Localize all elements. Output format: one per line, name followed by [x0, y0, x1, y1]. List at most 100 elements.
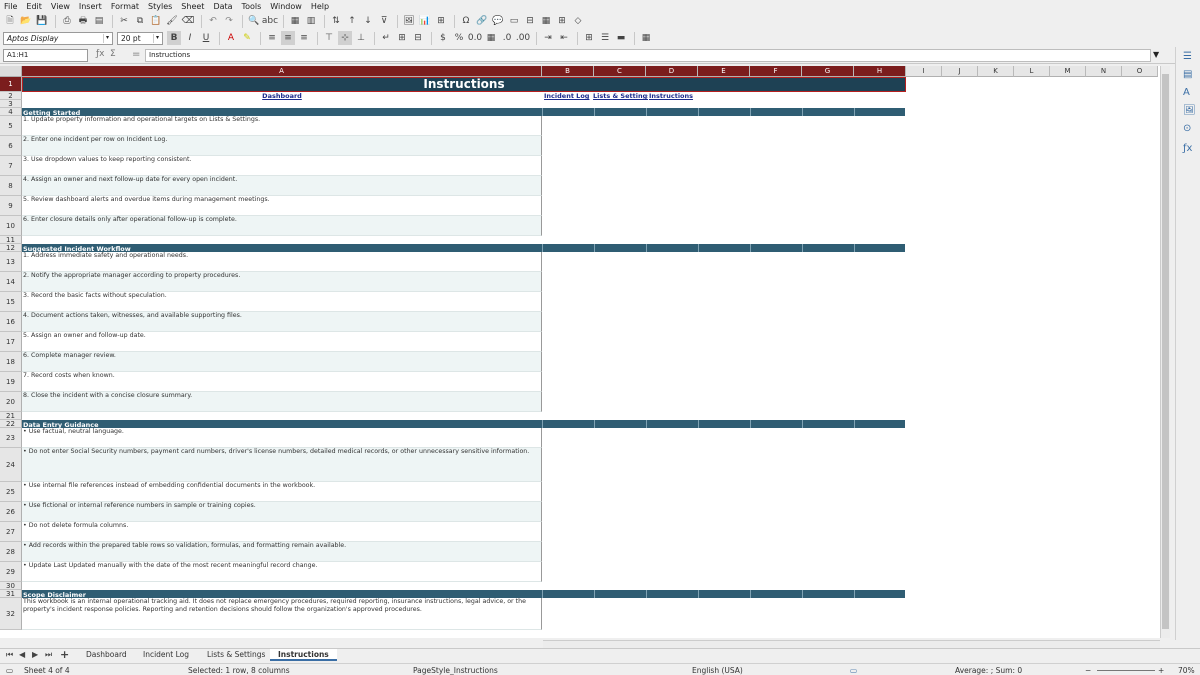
- properties-icon[interactable]: ▤: [1183, 69, 1192, 80]
- header-footer-icon[interactable]: ▭: [507, 14, 521, 28]
- sheet-tab-incident-log[interactable]: Incident Log: [135, 649, 197, 661]
- instruction-cell[interactable]: 8. Close the incident with a concise clo…: [22, 392, 542, 412]
- vertical-scrollbar[interactable]: [1160, 66, 1170, 638]
- increase-indent-icon[interactable]: ⇥: [541, 31, 555, 45]
- new-document-icon[interactable]: 🗎: [3, 14, 17, 28]
- menu-help[interactable]: Help: [311, 2, 329, 11]
- special-character-icon[interactable]: Ω: [459, 14, 473, 28]
- zoom-in-icon[interactable]: +: [1158, 666, 1164, 675]
- link-lists-settings[interactable]: Lists & Settings: [593, 92, 648, 100]
- column-header-n[interactable]: N: [1086, 66, 1122, 77]
- row-header[interactable]: 28: [0, 542, 22, 562]
- menu-insert[interactable]: Insert: [79, 2, 102, 11]
- row-header[interactable]: 22: [0, 420, 22, 428]
- formula-input[interactable]: Instructions: [145, 49, 1151, 62]
- borders-icon[interactable]: ⊞: [582, 31, 596, 45]
- row-header[interactable]: 18: [0, 352, 22, 372]
- menu-styles[interactable]: Styles: [148, 2, 172, 11]
- clear-formatting-icon[interactable]: ⌫: [181, 14, 195, 28]
- instruction-cell[interactable]: 4. Assign an owner and next follow-up da…: [22, 176, 542, 196]
- row-header[interactable]: 24: [0, 448, 22, 482]
- zoom-level[interactable]: 70%: [1178, 666, 1195, 675]
- sum-icon[interactable]: Σ: [110, 49, 116, 59]
- instruction-cell[interactable]: 2. Enter one incident per row on Inciden…: [22, 136, 542, 156]
- freeze-rows-icon[interactable]: ▦: [539, 14, 553, 28]
- instruction-cell[interactable]: 3. Use dropdown values to keep reporting…: [22, 156, 542, 176]
- insert-image-icon[interactable]: 🖼: [402, 14, 416, 28]
- menu-data[interactable]: Data: [213, 2, 232, 11]
- conditional-format-icon[interactable]: ▦: [639, 31, 653, 45]
- instruction-cell[interactable]: 6. Complete manager review.: [22, 352, 542, 372]
- row-header[interactable]: 4: [0, 108, 22, 116]
- row-header[interactable]: 14: [0, 272, 22, 292]
- define-print-area-icon[interactable]: ⊟: [523, 14, 537, 28]
- menu-edit[interactable]: Edit: [26, 2, 42, 11]
- functions-icon[interactable]: ƒx: [1183, 143, 1192, 154]
- save-icon[interactable]: 💾: [35, 14, 49, 28]
- row-header[interactable]: 12: [0, 244, 22, 252]
- gallery-icon[interactable]: 🖼: [1183, 105, 1196, 116]
- sidebar-menu-icon[interactable]: ☰: [1183, 51, 1192, 62]
- instruction-cell[interactable]: • Use fictional or internal reference nu…: [22, 502, 542, 522]
- font-size-box[interactable]: 20 pt ▾: [117, 31, 163, 45]
- first-sheet-icon[interactable]: ⏮: [6, 650, 13, 660]
- decrease-indent-icon[interactable]: ⇤: [557, 31, 571, 45]
- spelling-icon[interactable]: abc: [262, 14, 278, 28]
- sheet-tab-dashboard[interactable]: Dashboard: [78, 649, 135, 661]
- column-header-h[interactable]: H: [854, 66, 906, 77]
- instruction-cell[interactable]: • Use factual, neutral language.: [22, 428, 542, 448]
- instruction-cell[interactable]: 4. Document actions taken, witnesses, an…: [22, 312, 542, 332]
- section-header-band[interactable]: Getting Started: [22, 108, 905, 117]
- instruction-cell[interactable]: • Use internal file references instead o…: [22, 482, 542, 502]
- row-header[interactable]: 20: [0, 392, 22, 412]
- row-header[interactable]: 27: [0, 522, 22, 542]
- instruction-cell[interactable]: 5. Assign an owner and follow-up date.: [22, 332, 542, 352]
- open-folder-icon[interactable]: 📂: [19, 14, 33, 28]
- section-header-band[interactable]: Suggested Incident Workflow: [22, 244, 905, 253]
- row-header[interactable]: 7: [0, 156, 22, 176]
- chevron-down-icon[interactable]: ▾: [153, 33, 161, 43]
- row-header[interactable]: 17: [0, 332, 22, 352]
- font-name-box[interactable]: Aptos Display ▾: [3, 31, 113, 45]
- comment-icon[interactable]: 💬: [491, 14, 505, 28]
- formula-icon[interactable]: =: [132, 49, 140, 60]
- styles-icon[interactable]: A: [1183, 87, 1190, 98]
- copy-icon[interactable]: ⧉: [133, 14, 147, 28]
- background-color-icon[interactable]: ▬: [614, 31, 628, 45]
- column-header-k[interactable]: K: [978, 66, 1014, 77]
- column-header-i[interactable]: I: [906, 66, 942, 77]
- column-header-a[interactable]: A: [22, 66, 542, 77]
- italic-icon[interactable]: I: [183, 31, 197, 45]
- sum-status[interactable]: Average: ; Sum: 0: [955, 666, 1022, 675]
- row-header[interactable]: 23: [0, 428, 22, 448]
- column-header-f[interactable]: F: [750, 66, 802, 77]
- column-header-j[interactable]: J: [942, 66, 978, 77]
- menu-format[interactable]: Format: [111, 2, 139, 11]
- zoom-out-icon[interactable]: −: [1085, 666, 1091, 675]
- instruction-cell[interactable]: 5. Review dashboard alerts and overdue i…: [22, 196, 542, 216]
- link-dashboard[interactable]: Dashboard: [22, 92, 542, 100]
- sheet-tab-instructions[interactable]: Instructions: [270, 649, 337, 661]
- expand-formula-bar-icon[interactable]: ▼: [1153, 50, 1159, 59]
- redo-icon[interactable]: ↷: [222, 14, 236, 28]
- print-icon[interactable]: 🖶: [76, 14, 90, 28]
- spreadsheet-grid[interactable]: A B C D E F G H I J K L M N O 1 2 3 4 5 6 7 8 9 10 11 12 13 14 15 16 17…: [0, 66, 1160, 638]
- bold-icon[interactable]: B: [167, 31, 181, 45]
- function-wizard-icon[interactable]: ƒx: [96, 49, 105, 59]
- row-header[interactable]: 1: [0, 77, 22, 92]
- instruction-cell[interactable]: 6. Enter closure details only after oper…: [22, 216, 542, 236]
- last-sheet-icon[interactable]: ⏭: [45, 650, 52, 660]
- prev-sheet-icon[interactable]: ◀: [19, 650, 25, 659]
- row-header[interactable]: 10: [0, 216, 22, 236]
- instruction-cell[interactable]: • Update Last Updated manually with the …: [22, 562, 542, 582]
- wrap-text-icon[interactable]: ↵: [379, 31, 393, 45]
- paste-icon[interactable]: 📋: [149, 14, 163, 28]
- align-top-icon[interactable]: ⊤: [322, 31, 336, 45]
- highlight-color-icon[interactable]: ✎: [240, 31, 254, 45]
- name-box[interactable]: A1:H1: [3, 49, 88, 62]
- row-header[interactable]: 26: [0, 502, 22, 522]
- add-sheet-icon[interactable]: +: [60, 648, 69, 661]
- currency-format-icon[interactable]: $: [436, 31, 450, 45]
- row-header[interactable]: 31: [0, 590, 22, 598]
- add-decimal-icon[interactable]: .0: [500, 31, 514, 45]
